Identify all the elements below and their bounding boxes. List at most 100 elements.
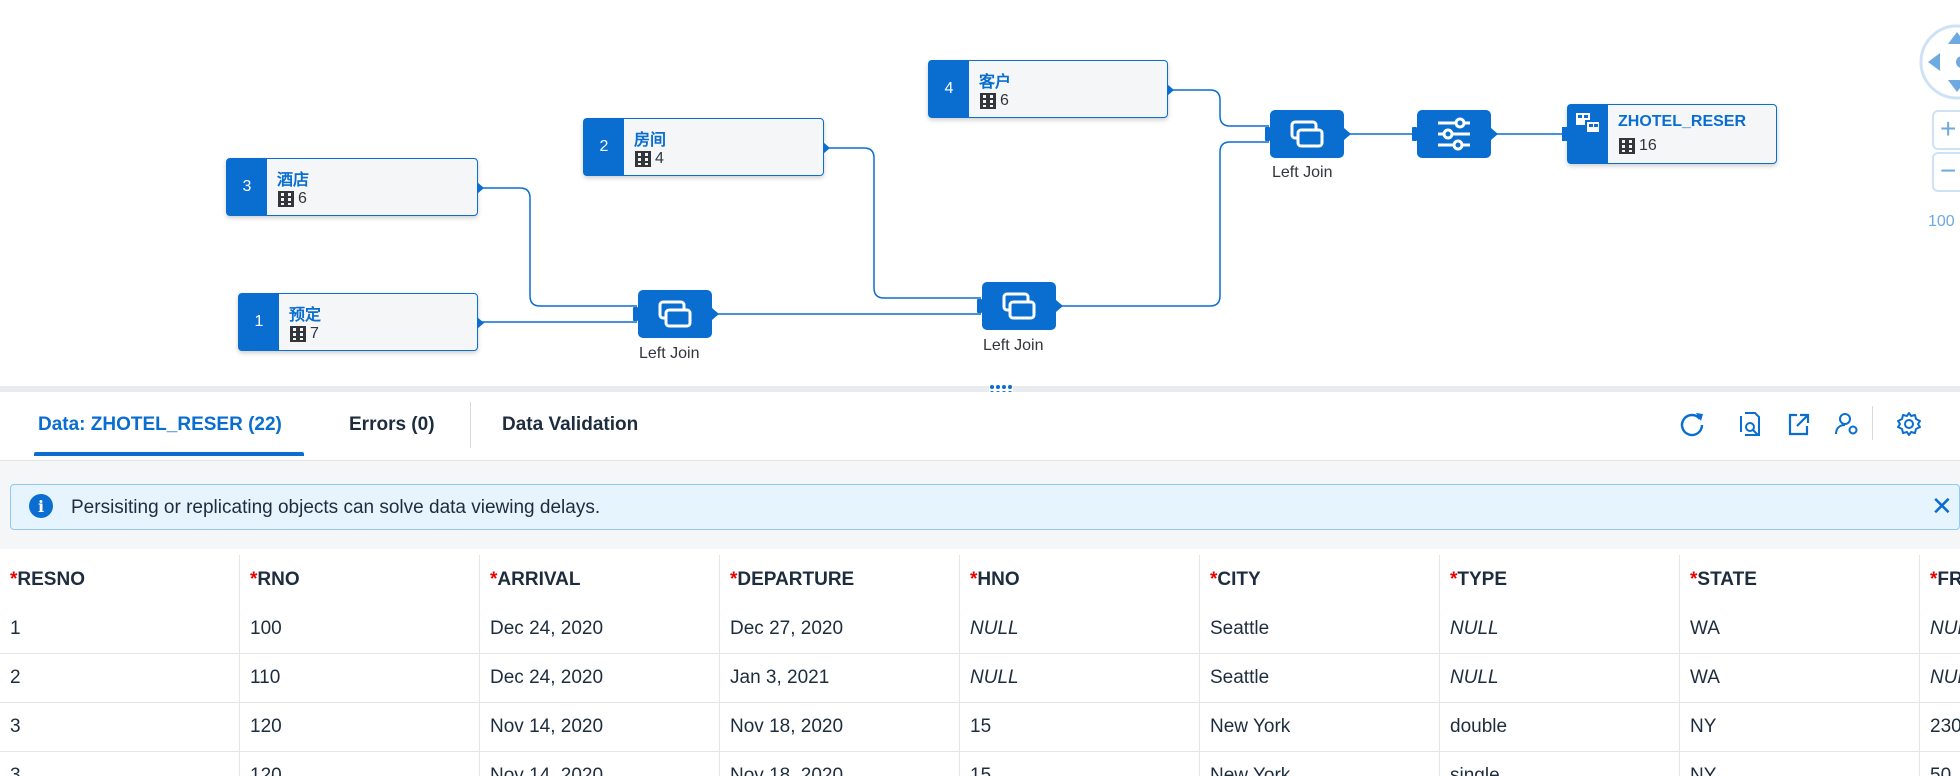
source-node-hotel[interactable]: 3 酒店 6 xyxy=(226,158,484,216)
column-header-state[interactable]: *STATE xyxy=(1680,555,1920,604)
left-join-node-3[interactable] xyxy=(1265,110,1351,158)
refresh-button[interactable] xyxy=(1674,406,1710,442)
node-title: ZHOTEL_RESER xyxy=(1618,113,1747,130)
table-cell-hno: 15 xyxy=(960,702,1200,751)
table-cell-state: NY xyxy=(1680,702,1920,751)
user-settings-icon xyxy=(1835,413,1858,435)
tab-data-validation[interactable]: Data Validation xyxy=(502,414,638,436)
node-number: 4 xyxy=(929,61,969,117)
table-cell-state: WA xyxy=(1680,653,1920,702)
column-header-arrival[interactable]: *ARRIVAL xyxy=(480,555,720,604)
join-label: Left Join xyxy=(983,337,1044,354)
node-title: 预定 xyxy=(289,307,322,324)
column-header-resno[interactable]: *RESNO xyxy=(0,555,240,604)
table-cell-free: 50 xyxy=(1920,751,1960,776)
node-title: 客户 xyxy=(979,74,1012,91)
column-header-label: CITY xyxy=(1217,569,1261,590)
tab-data[interactable]: Data: ZHOTEL_RESER (22) xyxy=(38,414,282,436)
table-cell-city: Seattle xyxy=(1200,653,1440,702)
table-row[interactable]: 2 110 Dec 24, 2020 Jan 3, 2021 NULL Seattle NU… xyxy=(0,653,1960,703)
table-row[interactable]: 3 120 Nov 14, 2020 Nov 18, 2020 15 New York si… xyxy=(0,751,1960,776)
target-node[interactable]: ZHOTEL_RESER 16 xyxy=(1562,104,1777,164)
table-cell-resno: 2 xyxy=(0,653,240,702)
table-cell-state: WA xyxy=(1680,604,1920,653)
column-header-label: RESNO xyxy=(17,569,85,590)
table-row[interactable]: 3 120 Nov 14, 2020 Nov 18, 2020 15 New York do… xyxy=(0,702,1960,752)
column-header-free[interactable]: *FREE xyxy=(1920,555,1960,604)
refresh-icon xyxy=(1680,413,1704,437)
pan-navigation-control[interactable] xyxy=(1912,20,1960,100)
table-cell-hno: 15 xyxy=(960,751,1200,776)
column-count-value: 4 xyxy=(655,150,664,167)
column-header-label: HNO xyxy=(977,569,1020,590)
join-label: Left Join xyxy=(1272,164,1333,181)
column-count-value: 7 xyxy=(310,325,319,342)
node-column-count: 4 xyxy=(634,150,664,168)
data-preview-button[interactable] xyxy=(1733,406,1769,442)
source-node-room[interactable]: 2 房间 4 xyxy=(583,118,830,176)
export-icon xyxy=(1788,413,1810,436)
tab-errors[interactable]: Errors (0) xyxy=(349,414,435,436)
table-row[interactable]: 1 100 Dec 24, 2020 Dec 27, 2020 NULL Seattle N… xyxy=(0,604,1960,654)
info-message-strip: i Persisiting or replicating objects can… xyxy=(10,484,1960,530)
projection-node[interactable] xyxy=(1412,110,1498,158)
dataflow-canvas[interactable]: 3 酒店 6 2 房间 4 4 客户 6 1 预定 7 Left Join Le… xyxy=(0,0,1960,388)
data-preview-icon xyxy=(1740,412,1760,436)
output-port[interactable] xyxy=(823,142,830,154)
table-cell-hno: NULL xyxy=(960,604,1200,653)
column-header-departure[interactable]: *DEPARTURE xyxy=(720,555,960,604)
node-column-count: 7 xyxy=(289,325,319,343)
table-cell-rno: 110 xyxy=(240,653,480,702)
column-header-label: STATE xyxy=(1697,569,1757,590)
table-header-row: *RESNO *RNO *ARRIVAL *DEPARTURE *HNO *CITY *TY… xyxy=(0,555,1960,604)
column-header-type[interactable]: *TYPE xyxy=(1440,555,1680,604)
zoom-out-button[interactable]: − xyxy=(1932,152,1960,192)
source-node-customer[interactable]: 4 客户 6 xyxy=(928,60,1174,118)
close-icon[interactable]: ✕ xyxy=(1931,493,1955,519)
join-label: Left Join xyxy=(639,345,700,362)
wire-hotel-join1 xyxy=(478,187,637,307)
column-header-label: DEPARTURE xyxy=(737,569,855,590)
table-cell-departure: Jan 3, 2021 xyxy=(720,653,960,702)
column-header-label: ARRIVAL xyxy=(497,569,581,590)
wire-join2-join3 xyxy=(1056,141,1269,307)
table-cell-city: New York xyxy=(1200,702,1440,751)
table-cell-rno: 120 xyxy=(240,751,480,776)
left-join-node-1[interactable] xyxy=(633,290,719,338)
output-port[interactable] xyxy=(477,182,484,194)
table-cell-type: NULL xyxy=(1440,653,1680,702)
target-table-icon xyxy=(1568,105,1608,163)
export-button[interactable] xyxy=(1781,406,1817,442)
table-cell-city: New York xyxy=(1200,751,1440,776)
filter-sliders-icon xyxy=(1438,117,1470,151)
toolbar-divider xyxy=(1872,406,1873,440)
wire-customer-join3 xyxy=(1168,89,1269,127)
user-settings-button[interactable] xyxy=(1829,406,1865,442)
output-port[interactable] xyxy=(477,317,484,329)
info-icon: i xyxy=(29,494,53,518)
active-tab-indicator xyxy=(34,452,304,456)
output-port[interactable] xyxy=(1167,84,1174,96)
node-number: 1 xyxy=(239,294,279,350)
zoom-in-button[interactable]: + xyxy=(1932,110,1960,150)
column-header-rno[interactable]: *RNO xyxy=(240,555,480,604)
source-node-booking[interactable]: 1 预定 7 xyxy=(238,293,484,351)
node-number: 2 xyxy=(584,119,624,175)
settings-button[interactable] xyxy=(1891,406,1927,442)
join-icon xyxy=(1290,120,1324,148)
table-cell-type: single xyxy=(1440,751,1680,776)
table-cell-city: Seattle xyxy=(1200,604,1440,653)
data-preview-table: *RESNO *RNO *ARRIVAL *DEPARTURE *HNO *CITY *TY… xyxy=(0,555,1960,776)
join-icon xyxy=(658,300,692,328)
node-number: 3 xyxy=(227,159,267,215)
column-count-value: 6 xyxy=(298,190,307,207)
table-cell-hno: NULL xyxy=(960,653,1200,702)
table-columns-icon xyxy=(980,93,996,109)
table-cell-arrival: Dec 24, 2020 xyxy=(480,604,720,653)
column-header-city[interactable]: *CITY xyxy=(1200,555,1440,604)
column-header-hno[interactable]: *HNO xyxy=(960,555,1200,604)
column-count-value: 6 xyxy=(1000,92,1009,109)
table-columns-icon xyxy=(635,151,651,167)
left-join-node-2[interactable] xyxy=(977,282,1063,330)
table-cell-departure: Nov 18, 2020 xyxy=(720,702,960,751)
